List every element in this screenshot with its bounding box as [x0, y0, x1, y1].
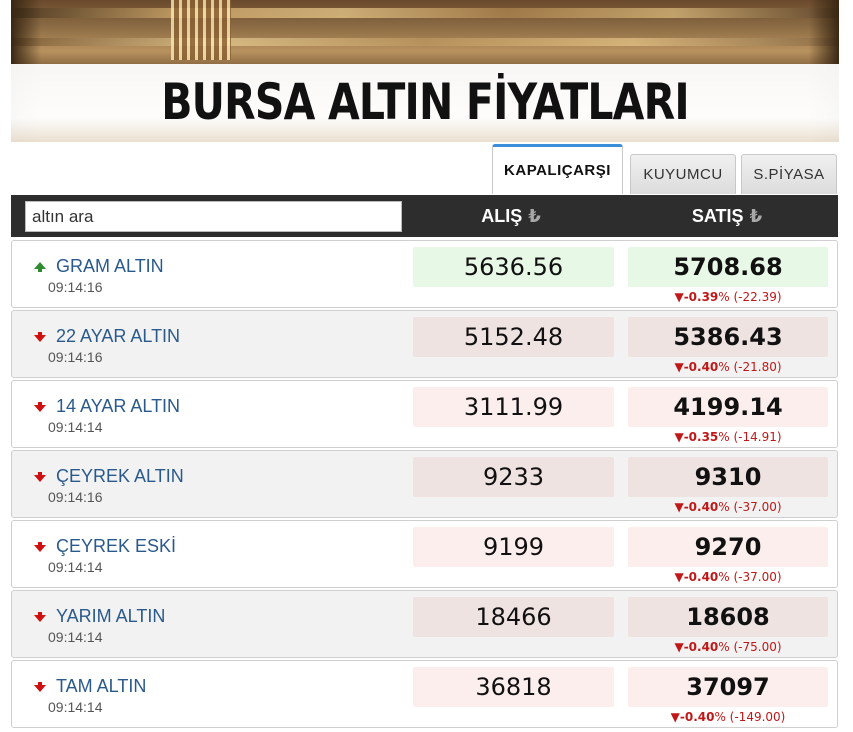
change-percent: -0.40: [683, 360, 719, 374]
arrow-down-icon: [34, 332, 46, 342]
buy-column-header: ALIŞ ₺: [411, 195, 611, 237]
sell-column-header: SATIŞ ₺: [627, 195, 827, 237]
table-row[interactable]: TAM ALTIN 09:14:14 36818 37097 ▼-0.40% (-149…: [11, 660, 838, 728]
change-indicator: ▼-0.35% (-14.91): [674, 430, 782, 444]
gold-name[interactable]: 14 AYAR ALTIN: [56, 396, 180, 417]
change-down-icon: ▼: [674, 360, 684, 374]
table-row[interactable]: 22 AYAR ALTIN 09:14:16 5152.48 5386.43 ▼-0.4…: [11, 310, 838, 378]
arrow-down-icon: [34, 402, 46, 412]
change-indicator: ▼-0.40% (-21.80): [674, 360, 782, 374]
arrow-down-icon: [34, 472, 46, 482]
search-input[interactable]: [25, 201, 402, 232]
lira-icon: ₺: [528, 205, 541, 226]
gold-name[interactable]: ÇEYREK ESKİ: [56, 536, 176, 557]
change-indicator: ▼-0.40% (-37.00): [674, 500, 782, 514]
gold-name[interactable]: GRAM ALTIN: [56, 256, 164, 277]
change-percent: -0.40: [683, 500, 719, 514]
buy-header-label: ALIŞ: [481, 205, 523, 226]
change-percent: -0.40: [683, 570, 719, 584]
arrow-down-icon: [34, 682, 46, 692]
change-down-icon: ▼: [674, 290, 684, 304]
change-amount: (-22.39): [733, 290, 782, 304]
gold-name[interactable]: ÇEYREK ALTIN: [56, 466, 184, 487]
table-row[interactable]: GRAM ALTIN 09:14:16 5636.56 5708.68 ▼-0.39% …: [11, 240, 838, 308]
table-row[interactable]: 14 AYAR ALTIN 09:14:14 3111.99 4199.14 ▼-0.3…: [11, 380, 838, 448]
change-percent: -0.40: [683, 640, 719, 654]
change-indicator: ▼-0.39% (-22.39): [674, 290, 782, 304]
buy-price: 3111.99: [413, 387, 614, 427]
banner-title: BURSA ALTIN FİYATLARI: [161, 73, 689, 131]
sell-header-label: SATIŞ: [691, 205, 744, 226]
update-time: 09:14:16: [48, 489, 103, 505]
arrow-up-icon: [34, 262, 46, 272]
update-time: 09:14:16: [48, 349, 103, 365]
update-time: 09:14:14: [48, 699, 103, 715]
change-indicator: ▼-0.40% (-37.00): [674, 570, 782, 584]
change-down-icon: ▼: [674, 500, 684, 514]
table-row[interactable]: ÇEYREK ESKİ 09:14:14 9199 9270 ▼-0.40% (-37.…: [11, 520, 838, 588]
change-percent: -0.35: [683, 430, 719, 444]
sell-price: 18608: [628, 597, 828, 637]
change-down-icon: ▼: [670, 710, 680, 724]
change-percent: -0.40: [679, 710, 715, 724]
banner-image: BURSA ALTIN FİYATLARI: [11, 0, 839, 142]
gold-name[interactable]: 22 AYAR ALTIN: [56, 326, 180, 347]
buy-price: 9233: [413, 457, 614, 497]
change-indicator: ▼-0.40% (-149.00): [670, 710, 786, 724]
buy-price: 5152.48: [413, 317, 614, 357]
update-time: 09:14:14: [48, 419, 103, 435]
update-time: 09:14:16: [48, 279, 103, 295]
buy-price: 36818: [413, 667, 614, 707]
buy-price: 5636.56: [413, 247, 614, 287]
sell-price: 9310: [628, 457, 828, 497]
table-row[interactable]: YARIM ALTIN 09:14:14 18466 18608 ▼-0.40% (-7…: [11, 590, 838, 658]
change-amount: (-37.00): [733, 500, 782, 514]
change-amount: (-149.00): [729, 710, 786, 724]
change-down-icon: ▼: [674, 570, 684, 584]
update-time: 09:14:14: [48, 629, 103, 645]
tab-kuyumcu[interactable]: KUYUMCU: [630, 154, 736, 194]
sell-price: 37097: [628, 667, 828, 707]
arrow-down-icon: [34, 612, 46, 622]
change-amount: (-37.00): [733, 570, 782, 584]
change-amount: (-21.80): [733, 360, 782, 374]
table-row[interactable]: ÇEYREK ALTIN 09:14:16 9233 9310 ▼-0.40% (-37…: [11, 450, 838, 518]
update-time: 09:14:14: [48, 559, 103, 575]
gold-name[interactable]: TAM ALTIN: [56, 676, 146, 697]
table-header: ALIŞ ₺ SATIŞ ₺: [11, 195, 838, 237]
price-list: GRAM ALTIN 09:14:16 5636.56 5708.68 ▼-0.39% …: [11, 240, 838, 730]
tab-bar: KAPALIÇARŞI KUYUMCU S.PİYASA: [0, 144, 853, 196]
buy-price: 9199: [413, 527, 614, 567]
arrow-down-icon: [34, 542, 46, 552]
sell-price: 4199.14: [628, 387, 828, 427]
buy-price: 18466: [413, 597, 614, 637]
change-amount: (-14.91): [733, 430, 782, 444]
lira-icon: ₺: [749, 205, 763, 226]
change-down-icon: ▼: [674, 640, 684, 654]
tab-kapalicarsi[interactable]: KAPALIÇARŞI: [492, 144, 623, 194]
change-down-icon: ▼: [674, 430, 684, 444]
change-indicator: ▼-0.40% (-75.00): [674, 640, 782, 654]
sell-price: 9270: [628, 527, 828, 567]
change-percent: -0.39: [683, 290, 719, 304]
sell-price: 5386.43: [628, 317, 828, 357]
change-amount: (-75.00): [733, 640, 782, 654]
tab-serbest-piyasa[interactable]: S.PİYASA: [741, 154, 837, 194]
sell-price: 5708.68: [628, 247, 828, 287]
gold-name[interactable]: YARIM ALTIN: [56, 606, 165, 627]
